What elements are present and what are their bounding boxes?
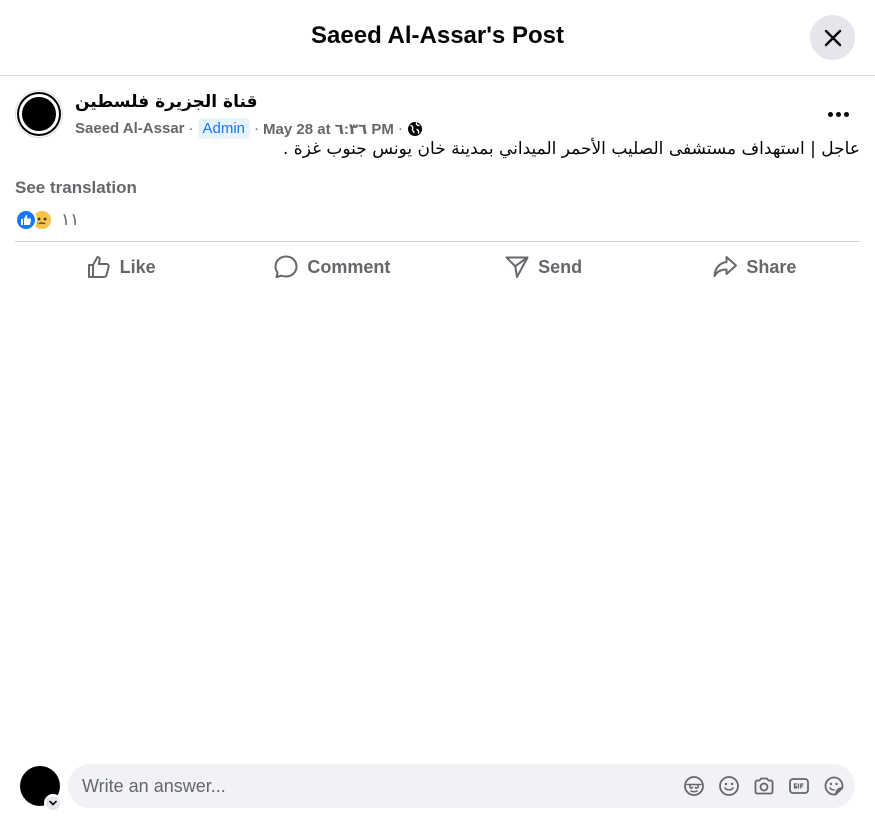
dialog-title: Saeed Al-Assar's Post bbox=[311, 22, 564, 49]
comment-composer bbox=[20, 764, 855, 812]
camera-button[interactable] bbox=[753, 775, 775, 797]
dialog-header: Saeed Al-Assar's Post bbox=[0, 0, 875, 76]
post-actions-bar: Like Comment Send Share bbox=[15, 247, 860, 287]
identity-switcher[interactable] bbox=[44, 794, 62, 812]
avatar-sticker-button[interactable] bbox=[683, 775, 705, 797]
like-button[interactable]: Like bbox=[15, 247, 226, 287]
composer-tools bbox=[683, 775, 845, 797]
emoji-button[interactable] bbox=[718, 775, 740, 797]
post-header: قناة الجزيرة فلسطين Saeed Al-Assar · Adm… bbox=[15, 88, 860, 140]
send-button[interactable]: Send bbox=[438, 247, 649, 287]
emoji-icon bbox=[719, 776, 739, 796]
chevron-down-icon bbox=[49, 800, 57, 806]
comment-bubble-icon bbox=[274, 255, 298, 278]
avatar-image bbox=[19, 94, 59, 134]
post-timestamp[interactable]: May 28 at ٦:٣٦ PM bbox=[263, 120, 394, 138]
like-reaction-icon bbox=[15, 209, 37, 231]
more-dot-icon bbox=[827, 111, 833, 117]
comment-button[interactable]: Comment bbox=[226, 247, 437, 287]
more-options-button[interactable] bbox=[822, 102, 854, 126]
camera-icon bbox=[754, 777, 774, 795]
like-label: Like bbox=[119, 256, 156, 277]
reaction-count[interactable]: ١١ bbox=[61, 210, 79, 230]
comment-label: Comment bbox=[307, 256, 391, 277]
admin-badge: Admin bbox=[197, 118, 251, 139]
close-button[interactable] bbox=[810, 15, 855, 60]
send-icon bbox=[505, 256, 529, 278]
sticker-icon bbox=[824, 776, 844, 796]
post-body-text: عاجل | استهداف مستشفى الصليب الأحمر المي… bbox=[282, 139, 860, 159]
share-label: Share bbox=[746, 256, 797, 277]
avatar-sticker-icon bbox=[684, 776, 704, 796]
send-label: Send bbox=[538, 256, 583, 277]
globe-icon bbox=[407, 121, 422, 136]
gif-button[interactable] bbox=[788, 775, 810, 797]
thumbs-up-icon bbox=[87, 256, 110, 278]
meta-separator: · bbox=[188, 120, 194, 137]
share-arrow-icon bbox=[713, 256, 738, 277]
close-icon bbox=[824, 29, 841, 46]
comment-input[interactable] bbox=[82, 764, 662, 808]
sticker-button[interactable] bbox=[823, 775, 845, 797]
author-link[interactable]: Saeed Al-Assar bbox=[75, 120, 185, 137]
comment-input-box bbox=[68, 764, 855, 808]
gif-icon bbox=[789, 778, 809, 794]
more-dot-icon bbox=[843, 111, 849, 117]
share-button[interactable]: Share bbox=[649, 247, 860, 287]
meta-separator: · bbox=[397, 120, 403, 137]
see-translation-link[interactable]: See translation bbox=[15, 178, 137, 198]
page-name-link[interactable]: قناة الجزيرة فلسطين bbox=[75, 92, 258, 112]
meta-separator: · bbox=[254, 120, 260, 137]
more-dot-icon bbox=[835, 111, 841, 117]
reactions-summary[interactable]: ١١ bbox=[15, 207, 79, 233]
post-meta: Saeed Al-Assar · Admin · May 28 at ٦:٣٦ … bbox=[75, 118, 423, 139]
post-divider bbox=[15, 241, 860, 242]
page-avatar[interactable] bbox=[15, 90, 63, 138]
